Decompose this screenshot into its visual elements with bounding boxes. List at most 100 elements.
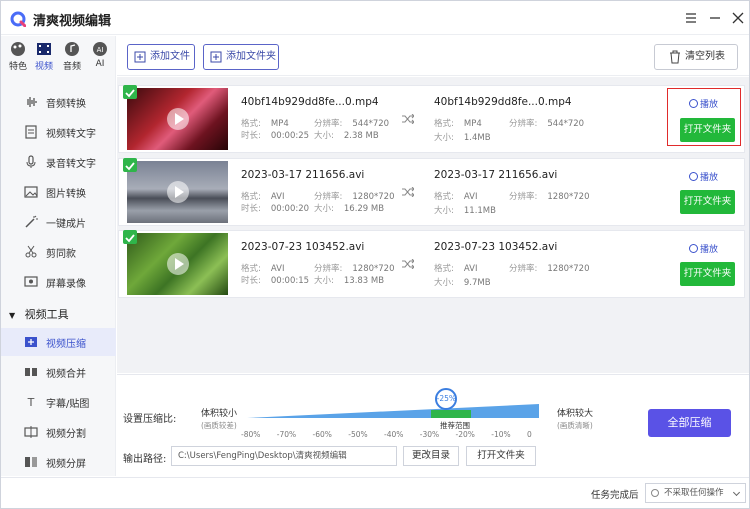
scissors-icon	[25, 245, 37, 258]
play-icon[interactable]	[167, 181, 189, 203]
source-size: 大小: 2.38 MB	[314, 129, 379, 141]
size-label: 大小:	[434, 133, 454, 143]
slider-handle[interactable]: -25%	[434, 388, 457, 410]
sidebar-item-video-to-text[interactable]: 视频转文字	[1, 118, 116, 146]
svg-text:T: T	[27, 396, 35, 409]
sidebar: 特色 视频 音频 AI AI 音频转换 视频转文字 录音转文字 图片转换 一键成…	[1, 36, 116, 476]
open-folder-button[interactable]: 打开文件夹	[680, 190, 735, 214]
section-video-tools[interactable]: ▼ 视频工具	[9, 306, 69, 322]
duration-value: 00:00:25	[270, 131, 310, 141]
clear-list-button[interactable]: 清空列表	[654, 44, 738, 70]
sidebar-item-video-split[interactable]: 视频分割	[1, 418, 116, 446]
output-path-field[interactable]: C:\Users\FengPing\Desktop\清爽视频编辑	[171, 446, 397, 466]
source-file-name: 40bf14b929dd8fe...0.mp4	[241, 96, 379, 108]
format-value: AVI	[463, 264, 478, 274]
slider-tick-label: -60%	[312, 430, 332, 439]
output-resolution: 分辨率: 1280*720	[509, 190, 589, 202]
after-task-select[interactable]: 不采取任何操作	[645, 483, 746, 503]
resolution-label: 分辨率:	[314, 192, 343, 202]
size-value: 1.4MB	[463, 133, 491, 143]
open-folder-button[interactable]: 打开文件夹	[680, 262, 735, 286]
checkbox-icon[interactable]	[123, 230, 137, 244]
size-value: 13.83 MB	[343, 276, 385, 286]
size-label: 大小:	[314, 204, 334, 214]
format-value: AVI	[270, 264, 285, 274]
add-folder-button[interactable]: 添加文件夹	[203, 44, 279, 70]
list-item[interactable]: 2023-03-17 211656.avi 格式: AVI 分辨率: 1280*72…	[118, 158, 745, 226]
resolution-label: 分辨率:	[509, 192, 538, 202]
title-bar: 清爽视频编辑	[1, 1, 749, 35]
add-file-icon	[134, 51, 146, 63]
checkbox-icon[interactable]	[123, 158, 137, 172]
open-output-folder-button[interactable]: 打开文件夹	[466, 446, 536, 466]
highlight-box	[667, 88, 741, 146]
toolbar: 添加文件 添加文件夹 清空列表	[117, 36, 749, 76]
category-featured[interactable]: 特色	[5, 41, 31, 73]
duration-label: 时长:	[241, 276, 261, 286]
prohibit-icon	[651, 489, 659, 497]
audio-wave-icon	[27, 97, 37, 107]
menu-icon[interactable]	[683, 10, 699, 26]
play-icon[interactable]	[167, 253, 189, 275]
duration-label: 时长:	[241, 131, 261, 141]
size-label: 大小:	[434, 278, 454, 288]
sidebar-item-split-screen[interactable]: 视频分屏	[1, 448, 116, 476]
trash-icon	[670, 50, 680, 64]
list-item[interactable]: 40bf14b929dd8fe...0.mp4 格式: MP4 分辨率: 544*7…	[118, 85, 745, 153]
output-path-label: 输出路径:	[123, 454, 167, 465]
compress-ratio-slider[interactable]	[247, 401, 539, 421]
category-ai[interactable]: AI AI	[87, 41, 113, 73]
status-bar: 任务完成后 不采取任何操作	[1, 477, 749, 508]
resolution-value: 544*720	[352, 119, 390, 129]
format-label: 格式:	[241, 192, 261, 202]
sidebar-item-image-convert[interactable]: 图片转换	[1, 178, 116, 206]
sidebar-item-audio-convert[interactable]: 音频转换	[1, 88, 116, 116]
list-item[interactable]: 2023-07-23 103452.avi 格式: AVI 分辨率: 1280*72…	[118, 230, 745, 298]
film-icon	[37, 43, 51, 55]
play-label: 播放	[700, 245, 719, 255]
compress-all-button[interactable]: 全部压缩	[648, 409, 731, 437]
category-audio[interactable]: 音频	[59, 41, 85, 73]
output-resolution: 分辨率: 544*720	[509, 117, 584, 129]
category-video[interactable]: 视频	[31, 41, 57, 73]
split-icon	[24, 426, 38, 438]
sidebar-item-label: 视频压缩	[46, 339, 86, 350]
subtitle-icon: T	[27, 396, 35, 409]
source-duration: 时长: 00:00:20	[241, 202, 309, 214]
sidebar-item-label: 视频合并	[46, 369, 86, 380]
magic-wand-icon	[25, 215, 38, 228]
sidebar-item-same-template[interactable]: 剪同款	[1, 238, 116, 266]
sidebar-item-label: 图片转换	[46, 189, 86, 200]
slider-tick-label: -10%	[491, 430, 511, 439]
output-size: 大小: 1.4MB	[434, 131, 491, 143]
split-screen-icon	[25, 457, 37, 467]
source-duration: 时长: 00:00:15	[241, 274, 309, 286]
slider-tick-label: -80%	[241, 430, 261, 439]
play-button[interactable]: 播放	[689, 242, 718, 255]
resolution-label: 分辨率:	[314, 264, 343, 274]
play-icon[interactable]	[167, 108, 189, 130]
close-icon[interactable]	[730, 10, 746, 26]
sidebar-item-screen-record[interactable]: 屏幕录像	[1, 268, 116, 296]
sidebar-item-video-compress[interactable]: 视频压缩	[1, 328, 116, 356]
play-button[interactable]: 播放	[689, 170, 718, 183]
sidebar-item-one-click-video[interactable]: 一键成片	[1, 208, 116, 236]
format-value: MP4	[463, 119, 482, 129]
minimize-icon[interactable]	[707, 10, 723, 26]
document-icon	[25, 125, 37, 139]
checkbox-icon[interactable]	[123, 85, 137, 99]
resolution-label: 分辨率:	[509, 119, 538, 129]
sidebar-item-subtitle-sticker[interactable]: T 字幕/贴图	[1, 388, 116, 416]
section-title: 视频工具	[24, 308, 69, 321]
slider-value: -25%	[436, 394, 457, 403]
resolution-value: 1280*720	[547, 192, 590, 202]
sidebar-item-video-merge[interactable]: 视频合并	[1, 358, 116, 386]
format-label: 格式:	[434, 192, 454, 202]
change-directory-button[interactable]: 更改目录	[403, 446, 459, 466]
play-circle-icon	[689, 244, 698, 253]
add-file-button[interactable]: 添加文件	[127, 44, 195, 70]
image-icon	[24, 186, 38, 198]
source-resolution: 分辨率: 1280*720	[314, 262, 394, 274]
shuffle-icon	[402, 187, 414, 197]
sidebar-item-recording-to-text[interactable]: 录音转文字	[1, 148, 116, 176]
